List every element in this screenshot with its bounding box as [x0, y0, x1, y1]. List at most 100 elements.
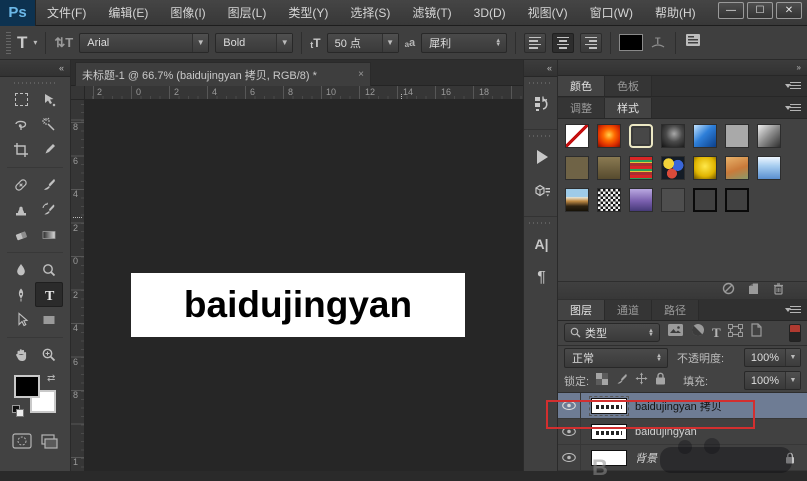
- chevron-down-icon[interactable]: ▼: [192, 34, 208, 52]
- opacity-field[interactable]: 100% ▼: [744, 348, 801, 367]
- menu-layer[interactable]: 图层(L): [217, 0, 278, 26]
- style-swatch-dark-sphere[interactable]: [661, 124, 685, 148]
- align-right-button[interactable]: [580, 33, 602, 53]
- style-swatch-stripes[interactable]: [629, 156, 653, 180]
- character-panel-icon[interactable]: A|: [524, 227, 559, 261]
- eraser-tool[interactable]: [7, 222, 35, 247]
- style-swatch-olive[interactable]: [565, 156, 589, 180]
- clear-style-icon[interactable]: [722, 282, 735, 300]
- filter-image-layers-icon[interactable]: [667, 323, 684, 342]
- visibility-toggle[interactable]: [558, 419, 581, 444]
- delete-style-icon[interactable]: [772, 282, 785, 300]
- blend-mode-select[interactable]: 正常 ▲▼: [564, 348, 668, 368]
- maximize-button[interactable]: ☐: [747, 2, 773, 19]
- tab-adjustments[interactable]: 调整: [558, 98, 605, 118]
- dock-gripper[interactable]: [529, 132, 553, 139]
- menu-select[interactable]: 选择(S): [339, 0, 401, 26]
- layer-filter-toggle[interactable]: [789, 324, 801, 342]
- history-brush-tool[interactable]: [35, 197, 63, 222]
- fill-field[interactable]: 100% ▼: [744, 371, 801, 390]
- tab-layers[interactable]: 图层: [558, 300, 605, 320]
- menu-filter[interactable]: 滤镜(T): [401, 0, 462, 26]
- path-selection-tool[interactable]: [7, 307, 35, 332]
- menu-file[interactable]: 文件(F): [36, 0, 97, 26]
- paragraph-panel-icon[interactable]: ¶: [524, 261, 559, 295]
- warp-text-icon[interactable]: T: [649, 35, 667, 51]
- style-swatch-yellow-gloss[interactable]: [693, 156, 717, 180]
- dock-gripper[interactable]: [529, 219, 553, 226]
- move-tool[interactable]: [35, 87, 63, 112]
- font-family-select[interactable]: Arial ▼: [79, 33, 209, 53]
- vertical-ruler[interactable]: 8 6 4 2 0 2 4 6 8 1: [71, 100, 85, 471]
- screen-mode-button[interactable]: [39, 433, 59, 454]
- menu-image[interactable]: 图像(I): [159, 0, 216, 26]
- chevron-down-icon[interactable]: ▼: [382, 34, 398, 52]
- dock-gripper[interactable]: [529, 79, 553, 86]
- lock-pixels-icon[interactable]: [615, 372, 628, 390]
- layer-name[interactable]: 背景: [635, 450, 657, 466]
- lock-transparency-icon[interactable]: [596, 372, 608, 390]
- text-color-swatch[interactable]: [619, 34, 643, 51]
- layer-thumbnail[interactable]: [591, 424, 627, 440]
- zoom-tool[interactable]: [35, 342, 63, 367]
- pen-tool[interactable]: [7, 282, 35, 307]
- filter-adjustment-layers-icon[interactable]: [691, 323, 705, 342]
- close-button[interactable]: ✕: [776, 2, 802, 19]
- style-swatch-flat-gray[interactable]: [725, 124, 749, 148]
- chevron-down-icon[interactable]: ▼: [785, 372, 800, 389]
- rectangular-marquee-tool[interactable]: [7, 87, 35, 112]
- style-swatch-noise[interactable]: [597, 188, 621, 212]
- style-swatch-gray-gradient[interactable]: [757, 124, 781, 148]
- 3d-panel-icon[interactable]: [524, 174, 559, 208]
- canvas[interactable]: baidujingyan: [85, 100, 523, 471]
- blur-tool[interactable]: [7, 257, 35, 282]
- layer-name[interactable]: baidujingyan 拷贝: [635, 398, 722, 414]
- toggle-panels-icon[interactable]: [684, 32, 702, 53]
- dodge-tool[interactable]: [35, 257, 63, 282]
- chevron-down-icon[interactable]: ▼: [785, 349, 800, 366]
- collapse-dock-icon[interactable]: «: [524, 60, 557, 77]
- menu-window[interactable]: 窗口(W): [579, 0, 644, 26]
- actions-panel-icon[interactable]: [524, 140, 559, 174]
- brush-tool[interactable]: [35, 172, 63, 197]
- updown-icon[interactable]: ▲▼: [490, 34, 506, 52]
- close-tab-icon[interactable]: ×: [358, 69, 364, 80]
- style-swatch-blue-gloss[interactable]: [693, 124, 717, 148]
- layer-name[interactable]: baidujingyan: [635, 426, 697, 438]
- gradient-tool[interactable]: [35, 222, 63, 247]
- style-swatch-subtle-gray[interactable]: [661, 188, 685, 212]
- style-swatch-selected[interactable]: [629, 124, 653, 148]
- filter-shape-layers-icon[interactable]: [728, 324, 743, 342]
- tab-channels[interactable]: 通道: [605, 300, 652, 320]
- rectangle-shape-tool[interactable]: [35, 307, 63, 332]
- lock-all-icon[interactable]: [655, 372, 666, 390]
- clone-stamp-tool[interactable]: [7, 197, 35, 222]
- style-swatch-olive-gradient[interactable]: [597, 156, 621, 180]
- tab-paths[interactable]: 路径: [652, 300, 699, 320]
- tab-swatches[interactable]: 色板: [605, 76, 652, 96]
- lasso-tool[interactable]: [7, 112, 35, 137]
- style-swatch-purple-bevel[interactable]: [629, 188, 653, 212]
- style-swatch-lightblue-bevel[interactable]: [757, 156, 781, 180]
- expand-panels-icon[interactable]: »: [558, 60, 807, 76]
- filter-type-layers-icon[interactable]: T: [712, 325, 721, 341]
- collapse-tools-icon[interactable]: «: [0, 60, 70, 77]
- layer-row-baidujingyan-copy[interactable]: baidujingyan 拷贝: [558, 393, 807, 419]
- hand-tool[interactable]: [7, 342, 35, 367]
- panel-menu-icon[interactable]: [785, 103, 801, 113]
- style-swatch-default-none[interactable]: [565, 124, 589, 148]
- layer-filter-type-select[interactable]: 类型 ▲▼: [564, 323, 660, 342]
- panel-menu-icon[interactable]: [785, 305, 801, 315]
- filter-smart-object-icon[interactable]: [750, 323, 763, 342]
- options-gripper[interactable]: [6, 32, 11, 54]
- type-tool-preset-icon[interactable]: T: [17, 33, 27, 53]
- menu-3d[interactable]: 3D(D): [463, 0, 517, 26]
- style-swatch-orange-gradient[interactable]: [725, 156, 749, 180]
- tool-preset-dropdown-icon[interactable]: ▾: [33, 38, 37, 47]
- font-style-select[interactable]: Bold ▼: [215, 33, 293, 53]
- foreground-color-swatch[interactable]: [14, 375, 40, 398]
- style-swatch-camo[interactable]: [661, 156, 685, 180]
- new-style-icon[interactable]: [747, 282, 760, 300]
- style-swatch-outline-1[interactable]: [693, 188, 717, 212]
- horizontal-ruler[interactable]: 2 0 2 4 6 8 10 12 14 16 18: [85, 86, 523, 100]
